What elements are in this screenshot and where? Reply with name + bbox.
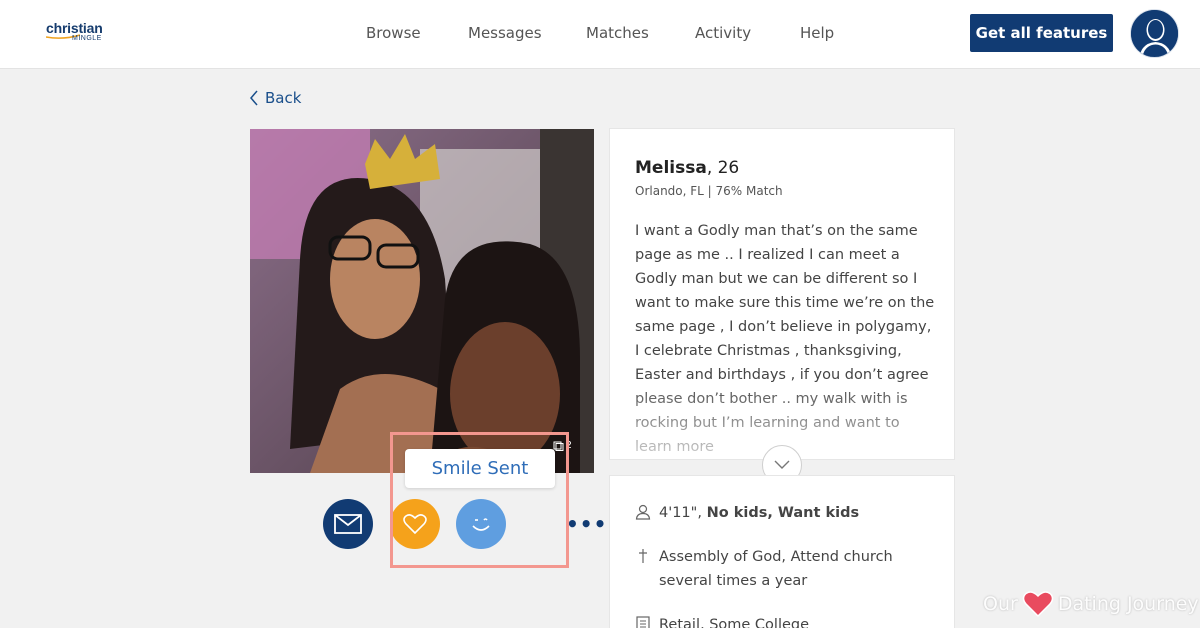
smile-button[interactable] xyxy=(456,499,506,549)
more-options-button[interactable]: ••• xyxy=(566,514,607,534)
profile-photo[interactable]: 2 xyxy=(250,129,594,473)
cross-icon xyxy=(639,549,647,563)
user-avatar[interactable] xyxy=(1130,9,1179,58)
profile-location-match: Orlando, FL | 76% Match xyxy=(635,184,783,198)
nav-item-browse[interactable]: Browse xyxy=(366,24,421,42)
watermark-left: Our xyxy=(983,593,1018,615)
default-user-icon xyxy=(1131,10,1178,57)
detail-kids: No kids, Want kids xyxy=(706,505,860,521)
nav-item-activity[interactable]: Activity xyxy=(695,24,751,42)
heart-icon xyxy=(403,514,427,535)
watermark-right: Dating Journey xyxy=(1057,593,1199,615)
document-icon xyxy=(636,616,650,628)
profile-details-card: 4'11", No kids, Want kids Assembly of Go… xyxy=(609,475,955,628)
get-all-features-button[interactable]: Get all features xyxy=(970,14,1113,52)
profile-name: Melissa xyxy=(635,158,707,178)
smile-icon xyxy=(472,518,490,531)
nav-item-matches[interactable]: Matches xyxy=(586,24,649,42)
chevron-left-icon xyxy=(250,90,258,106)
photo-count-value: 2 xyxy=(565,440,572,451)
profile-photo-image xyxy=(250,129,594,473)
detail-height-kids: 4'11", No kids, Want kids xyxy=(659,501,929,525)
photo-count: 2 xyxy=(553,440,572,451)
top-navigation-bar: christian MINGLE Browse Messages Matches… xyxy=(0,0,1200,69)
nav-item-help[interactable]: Help xyxy=(800,24,834,42)
profile-name-age: Melissa, 26 xyxy=(635,158,739,178)
profile-age: , 26 xyxy=(706,158,740,178)
envelope-icon xyxy=(334,514,362,534)
profile-bio-card: Melissa, 26 Orlando, FL | 76% Match I wa… xyxy=(609,128,955,460)
chevron-down-icon xyxy=(774,460,790,469)
back-label: Back xyxy=(265,89,302,107)
nav-item-messages[interactable]: Messages xyxy=(468,24,542,42)
smile-sent-tooltip: Smile Sent xyxy=(405,449,555,488)
person-icon xyxy=(635,504,651,520)
detail-work-education: Retail, Some College xyxy=(659,617,810,628)
heart-logo-icon xyxy=(1022,591,1054,618)
watermark: Our Dating Journey xyxy=(983,590,1199,618)
detail-faith: Assembly of God, Attend church several t… xyxy=(659,549,893,589)
detail-height: 4'11", xyxy=(659,505,707,521)
send-message-button[interactable] xyxy=(323,499,373,549)
photos-icon xyxy=(553,441,564,451)
back-link[interactable]: Back xyxy=(249,89,301,107)
like-button[interactable] xyxy=(390,499,440,549)
